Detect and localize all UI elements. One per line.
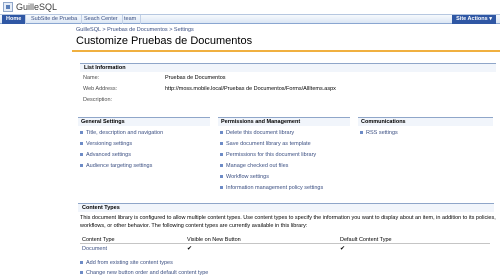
content-types-header: Content Types — [78, 203, 494, 212]
link-advanced-settings[interactable]: Advanced settings — [80, 152, 131, 158]
list-information-header: List Information — [80, 63, 496, 72]
bullet-icon — [220, 164, 223, 168]
link-change-new-button-order[interactable]: Change new button order and default cont… — [80, 270, 208, 276]
checkmark-icon: ✔ — [340, 246, 346, 252]
general-settings-header: General Settings — [78, 117, 210, 126]
link-audience-targeting-settings[interactable]: Audience targeting settings — [80, 163, 152, 169]
bullet-icon — [80, 131, 83, 135]
communications-header: Communications — [358, 117, 493, 126]
description-label: Description: — [83, 97, 113, 103]
permissions-management-header: Permissions and Management — [218, 117, 350, 126]
web-address-value: http://moss.mobile.local/Pruebas de Docu… — [165, 86, 336, 92]
link-workflow-settings[interactable]: Workflow settings — [220, 174, 269, 180]
content-types-description: This document library is configured to a… — [80, 215, 496, 229]
table-header-row: Content Type Visible on New Button Defau… — [80, 236, 490, 244]
tab-home[interactable]: Home — [2, 15, 27, 24]
link-rss-settings[interactable]: RSS settings — [360, 130, 398, 136]
link-save-as-template[interactable]: Save document library as template — [220, 141, 311, 147]
page-title: Customize Pruebas de Documentos — [76, 35, 253, 47]
bullet-icon — [220, 186, 223, 190]
link-add-existing-content-types[interactable]: Add from existing site content types — [80, 260, 173, 266]
top-nav-bar: Home SubSite de Prueba Seach Center team… — [0, 14, 500, 24]
link-permissions[interactable]: Permissions for this document library — [220, 152, 316, 158]
bullet-icon — [220, 131, 223, 135]
site-logo-icon — [3, 2, 13, 12]
bullet-icon — [80, 142, 83, 146]
bullet-icon — [220, 175, 223, 179]
bullet-icon — [80, 271, 83, 275]
bullet-icon — [80, 261, 83, 265]
web-address-label: Web Address: — [83, 86, 118, 92]
column-header-visible: Visible on New Button — [187, 237, 241, 243]
breadcrumb[interactable]: GuilleSQL > Pruebas de Documentos > Sett… — [76, 27, 194, 33]
bullet-icon — [360, 131, 363, 135]
column-header-default: Default Content Type — [340, 237, 392, 243]
link-title-description-navigation[interactable]: Title, description and navigation — [80, 130, 163, 136]
column-header-content-type: Content Type — [82, 237, 115, 243]
title-bar: GuilleSQL — [0, 0, 500, 14]
bullet-icon — [80, 164, 83, 168]
bullet-icon — [220, 142, 223, 146]
link-manage-checked-out-files[interactable]: Manage checked out files — [220, 163, 288, 169]
tab-subsite-de-prueba[interactable]: SubSite de Prueba — [27, 15, 83, 24]
name-label: Name: — [83, 75, 100, 81]
tab-seach-center[interactable]: Seach Center — [80, 15, 123, 24]
bullet-icon — [220, 153, 223, 157]
site-actions-button[interactable]: Site Actions ▾ — [452, 15, 496, 24]
checkmark-icon: ✔ — [187, 246, 193, 252]
table-row: Document ✔ ✔ — [80, 245, 490, 253]
content-type-document-link[interactable]: Document — [82, 245, 107, 253]
site-title[interactable]: GuilleSQL — [16, 1, 57, 13]
link-versioning-settings[interactable]: Versioning settings — [80, 141, 132, 147]
link-delete-library[interactable]: Delete this document library — [220, 130, 294, 136]
name-value: Pruebas de Documentos — [165, 75, 226, 81]
bullet-icon — [80, 153, 83, 157]
left-panel — [0, 24, 72, 280]
link-information-management-policy[interactable]: Information management policy settings — [220, 185, 323, 191]
tab-team[interactable]: team — [120, 15, 142, 24]
